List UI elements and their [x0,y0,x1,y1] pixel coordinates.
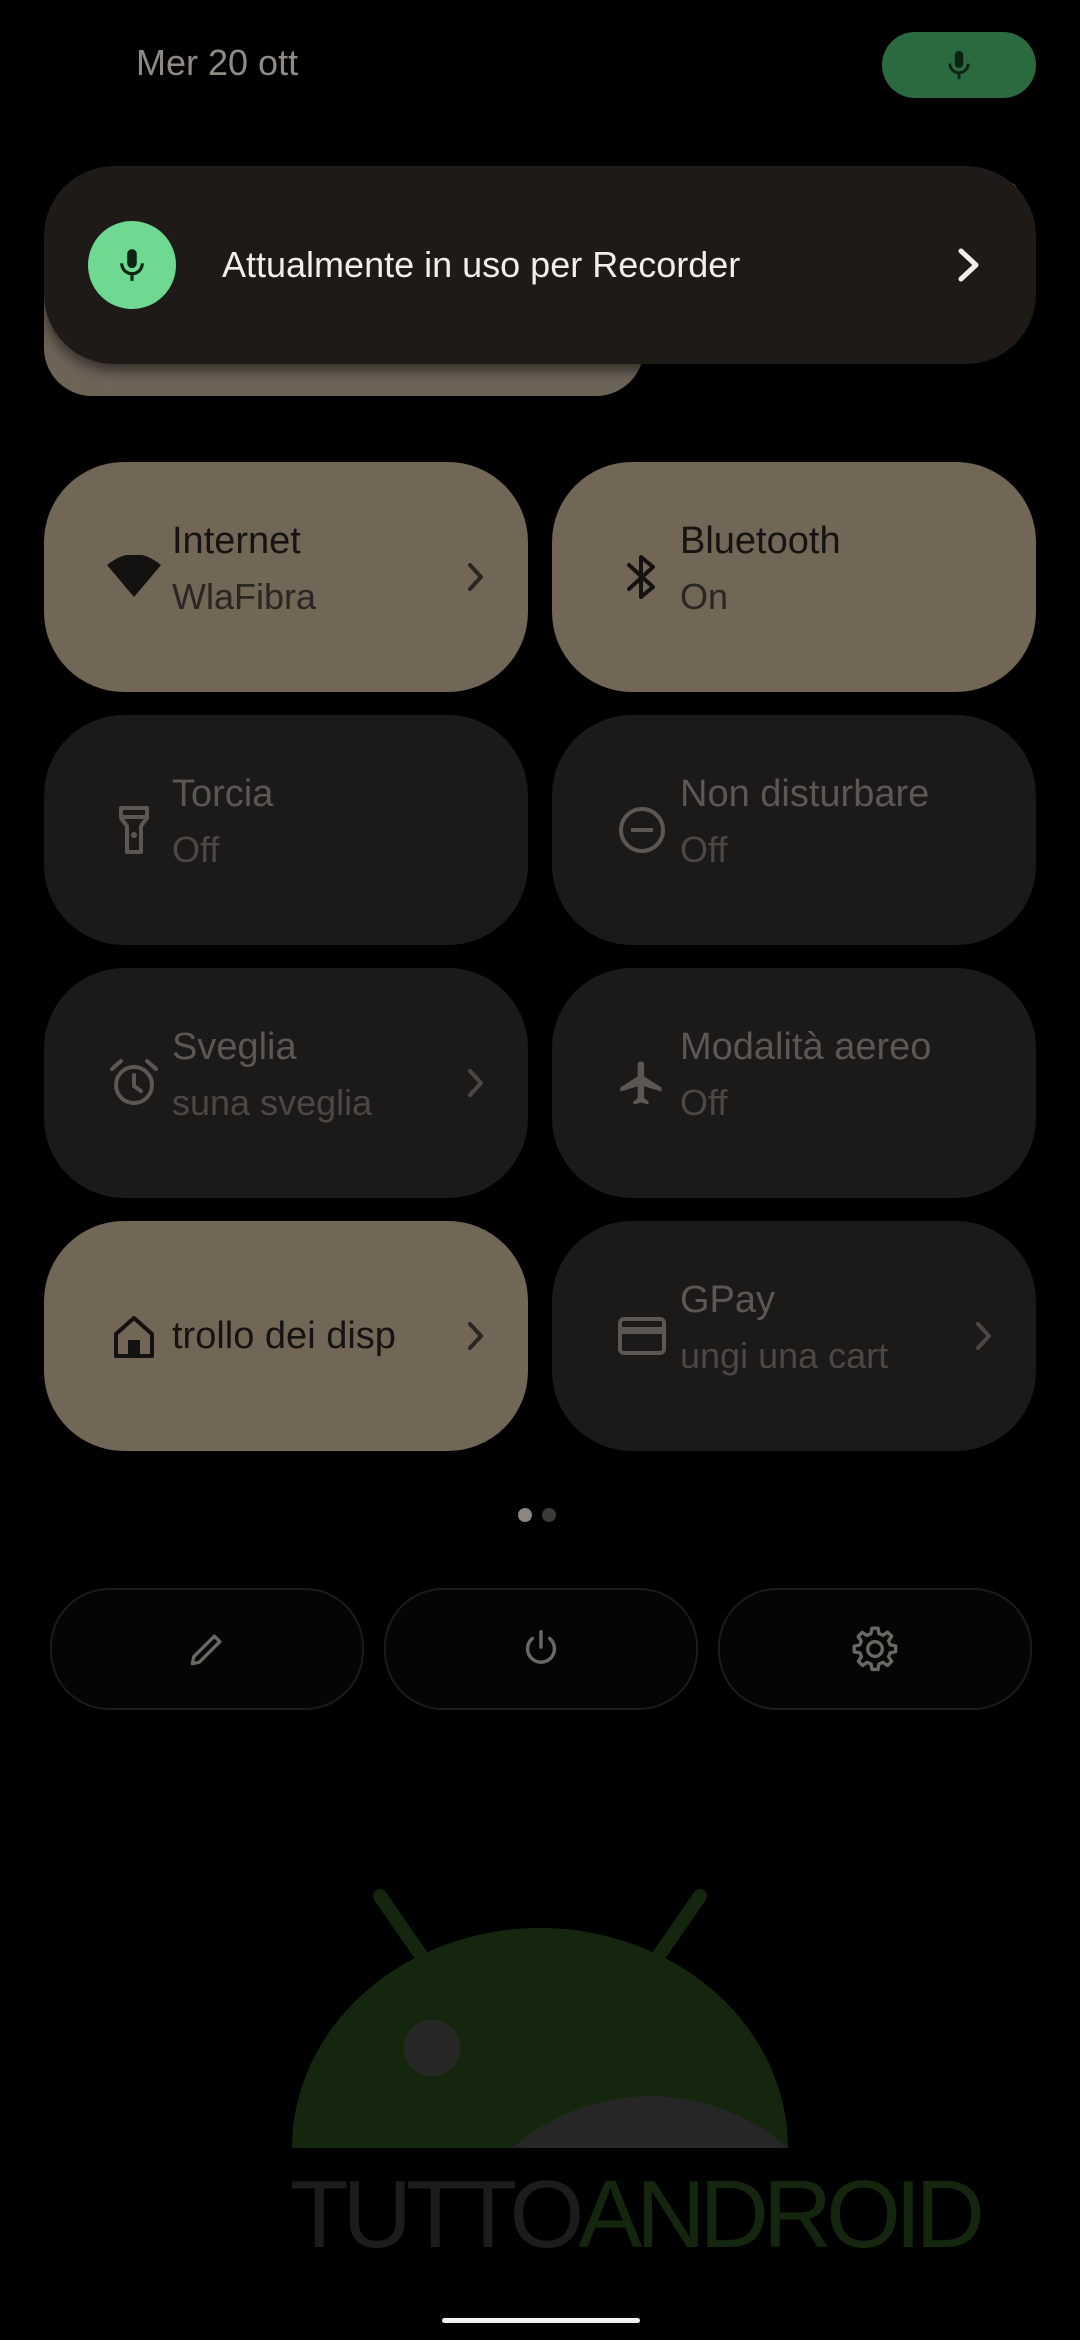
microphone-icon [948,50,970,80]
tile-sublabel: Off [680,1082,728,1123]
home-icon [104,1306,164,1366]
tile-label: Torcia [172,773,274,815]
privacy-indicator-popup[interactable]: Attualmente in uso per Recorder [44,166,1036,364]
watermark-part2: ANDROID [578,2161,985,2268]
tile-sublabel: Off [680,829,728,870]
tile-sublabel: On [680,576,729,617]
settings-button[interactable] [718,1588,1032,1710]
chevron-right-icon [456,1313,496,1359]
power-icon [525,1630,557,1664]
settings-gear-icon [852,1626,898,1672]
date-label: Mer 20 ott [136,42,299,83]
bluetooth-icon [612,547,672,607]
page-indicator [518,1508,556,1522]
tile-sveglia[interactable]: Sveglia suna sveglia [44,968,528,1198]
page-dot [542,1508,556,1522]
do-not-disturb-icon [612,800,672,860]
gesture-home-bar[interactable] [442,2318,640,2323]
tile-gpay[interactable]: GPay ungi una cart [552,1221,1036,1451]
chevron-right-icon [456,1060,496,1106]
tile-sublabel: ungi una cart [680,1335,889,1376]
tile-label: GPay [680,1279,776,1321]
edit-button[interactable] [50,1588,364,1710]
alarm-icon [104,1053,164,1113]
tile-label: Modalità aereo [680,1026,932,1068]
tile-bluetooth[interactable]: Bluetooth On [552,462,1036,692]
tile-torcia[interactable]: Torcia Off [44,715,528,945]
wifi-icon [104,547,164,607]
tile-label: trollo dei disp [172,1315,396,1357]
flashlight-icon [104,800,164,860]
tile-label: Sveglia [172,1026,297,1068]
tile-label: Internet [172,520,301,562]
airplane-icon [612,1053,672,1113]
tile-label: Bluetooth [680,520,841,562]
card-icon [612,1306,672,1366]
watermark-part1: TUTTO [290,2161,584,2268]
tile-internet[interactable]: Internet WlaFibra [44,462,528,692]
watermark-text: TUTTOANDROID [290,2160,985,2270]
tile-sublabel: WlaFibra [172,576,317,617]
chevron-right-icon [456,554,496,600]
popup-text: Attualmente in uso per Recorder [222,244,741,285]
power-button[interactable] [384,1588,698,1710]
tile-non-disturbare[interactable]: Non disturbare Off [552,715,1036,945]
page-dot-active [518,1508,532,1522]
popup-mic-badge [88,221,176,309]
edit-pencil-icon [190,1634,222,1666]
tile-sublabel: Off [172,829,220,870]
microphone-icon [120,249,144,281]
chevron-right-icon [956,247,982,283]
tile-label: Non disturbare [680,773,930,815]
chevron-right-icon [964,1313,1004,1359]
tile-controllo-dispositivi[interactable]: trollo dei disp [44,1221,528,1451]
mic-indicator-pill[interactable] [882,32,1036,98]
tile-modalita-aereo[interactable]: Modalità aereo Off [552,968,1036,1198]
tile-sublabel: suna sveglia [172,1082,373,1123]
